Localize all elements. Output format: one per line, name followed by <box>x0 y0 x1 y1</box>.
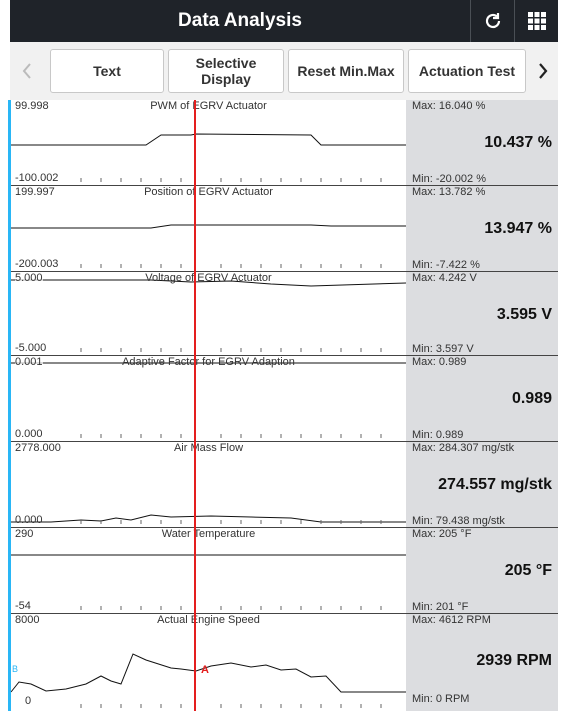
refresh-button[interactable] <box>470 0 515 42</box>
panel-pwm-egrv: 99.998 -100.002 PWM of EGRV Actuator Max… <box>11 100 558 186</box>
graph-water-temperature: 290 -54 Water Temperature <box>11 528 406 613</box>
refresh-icon <box>485 13 501 29</box>
title-bar: Data Analysis <box>10 0 558 42</box>
actuation-test-button[interactable]: Actuation Test <box>408 49 526 93</box>
panel-water-temperature: 290 -54 Water Temperature Max: 205 °F 20… <box>11 528 558 614</box>
y-min-label: 0.000 <box>15 428 43 440</box>
trace-pwm-egrv <box>11 133 406 182</box>
y-min-label: -100.002 <box>15 172 59 184</box>
panel-title: Voltage of EGRV Actuator <box>145 272 272 284</box>
panel-title: Water Temperature <box>161 528 256 540</box>
graph-position-egrv: 199.997 -200.003 Position of EGRV Actuat… <box>11 186 406 271</box>
panel-engine-speed: 8000 0 Actual Engine Speed B A Max: 4612… <box>11 614 558 711</box>
panel-position-egrv: 199.997 -200.003 Position of EGRV Actuat… <box>11 186 558 272</box>
trace-engine-speed <box>11 653 406 708</box>
text-button[interactable]: Text <box>50 49 164 93</box>
value-panel: Max: 4.242 V 3.595 V Min: 3.597 V <box>406 272 558 355</box>
current-value: 13.947 % <box>484 220 552 237</box>
graph-adaptive-factor: 0.001 0.000 Adaptive Factor for EGRV Ada… <box>11 356 406 441</box>
y-min-label: -5.000 <box>15 342 47 354</box>
value-panel: Max: 16.040 % 10.437 % Min: -20.002 % <box>406 100 558 185</box>
max-value: Max: 205 °F <box>412 528 472 540</box>
selective-display-button[interactable]: Selective Display <box>168 49 284 93</box>
scroll-left-button[interactable] <box>14 52 40 90</box>
min-value: Min: -20.002 % <box>412 173 486 185</box>
trace-water-temperature <box>11 554 406 610</box>
max-value: Max: 4612 RPM <box>412 614 491 626</box>
marker-b: B <box>12 664 19 674</box>
time-cursor-line[interactable] <box>194 100 196 711</box>
value-panel: Max: 4612 RPM 2939 RPM Min: 0 RPM <box>406 614 558 711</box>
scroll-right-button[interactable] <box>530 52 556 90</box>
toolbar: Text Selective Display Reset Min.Max Act… <box>10 42 558 101</box>
current-value: 205 °F <box>504 562 552 579</box>
trace-voltage-egrv <box>11 279 406 352</box>
value-panel: Max: 284.307 mg/stk 274.557 mg/stk Min: … <box>406 442 558 527</box>
max-value: Max: 4.242 V <box>412 272 477 284</box>
max-value: Max: 16.040 % <box>412 100 486 112</box>
min-value: Min: 0 RPM <box>412 693 470 705</box>
value-panel: Max: 205 °F 205 °F Min: 201 °F <box>406 528 558 613</box>
max-value: Max: 0.989 <box>412 356 467 368</box>
marker-a: A <box>201 664 209 676</box>
value-panel: Max: 0.989 0.989 Min: 0.989 <box>406 356 558 441</box>
chevron-right-icon <box>539 63 548 79</box>
chevron-left-icon <box>22 63 31 79</box>
panel-air-mass-flow: 2778.000 0.000 Air Mass Flow Max: 284.30… <box>11 442 558 528</box>
max-value: Max: 284.307 mg/stk <box>412 442 515 454</box>
graph-engine-speed: 8000 0 Actual Engine Speed B A <box>11 614 406 711</box>
y-min-label: 0 <box>25 695 32 707</box>
selective-display-label: Selective Display <box>195 55 257 87</box>
graph-pwm-egrv: 99.998 -100.002 PWM of EGRV Actuator <box>11 100 406 185</box>
min-value: Min: 0.989 <box>412 429 464 441</box>
current-value: 0.989 <box>511 390 552 407</box>
grid-icon <box>528 12 546 30</box>
graph-area: 99.998 -100.002 PWM of EGRV Actuator Max… <box>0 100 570 711</box>
panel-title: Air Mass Flow <box>173 442 244 454</box>
panel-title: Actual Engine Speed <box>157 614 260 626</box>
trace-adaptive-factor <box>11 362 406 438</box>
min-value: Min: 201 °F <box>412 601 469 613</box>
current-value: 2939 RPM <box>476 652 552 669</box>
current-value: 274.557 mg/stk <box>438 476 552 493</box>
grid-button[interactable] <box>514 0 559 42</box>
current-value: 3.595 V <box>496 306 552 323</box>
graph-voltage-egrv: 5.000 -5.000 Voltage of EGRV Actuator <box>11 272 406 355</box>
reset-min-max-button[interactable]: Reset Min.Max <box>288 49 404 93</box>
page-title: Data Analysis <box>178 10 302 31</box>
current-value: 10.437 % <box>484 134 552 151</box>
panel-title: Position of EGRV Actuator <box>144 186 273 198</box>
y-min-label: -200.003 <box>15 258 59 270</box>
trace-air-mass-flow <box>11 514 406 524</box>
min-value: Min: 3.597 V <box>412 343 474 355</box>
trace-position-egrv <box>11 224 406 268</box>
y-min-label: -54 <box>15 600 31 612</box>
panel-adaptive-factor: 0.001 0.000 Adaptive Factor for EGRV Ada… <box>11 356 558 442</box>
panel-voltage-egrv: 5.000 -5.000 Voltage of EGRV Actuator Ma… <box>11 272 558 356</box>
max-value: Max: 13.782 % <box>412 186 486 198</box>
value-panel: Max: 13.782 % 13.947 % Min: -7.422 % <box>406 186 558 271</box>
min-value: Min: -7.422 % <box>412 259 480 271</box>
panel-title: Adaptive Factor for EGRV Adaption <box>122 356 295 368</box>
graph-air-mass-flow: 2778.000 0.000 Air Mass Flow <box>11 442 406 527</box>
y-min-label: 0.000 <box>15 514 43 526</box>
min-value: Min: 79.438 mg/stk <box>412 515 505 527</box>
panel-title: PWM of EGRV Actuator <box>150 100 267 112</box>
